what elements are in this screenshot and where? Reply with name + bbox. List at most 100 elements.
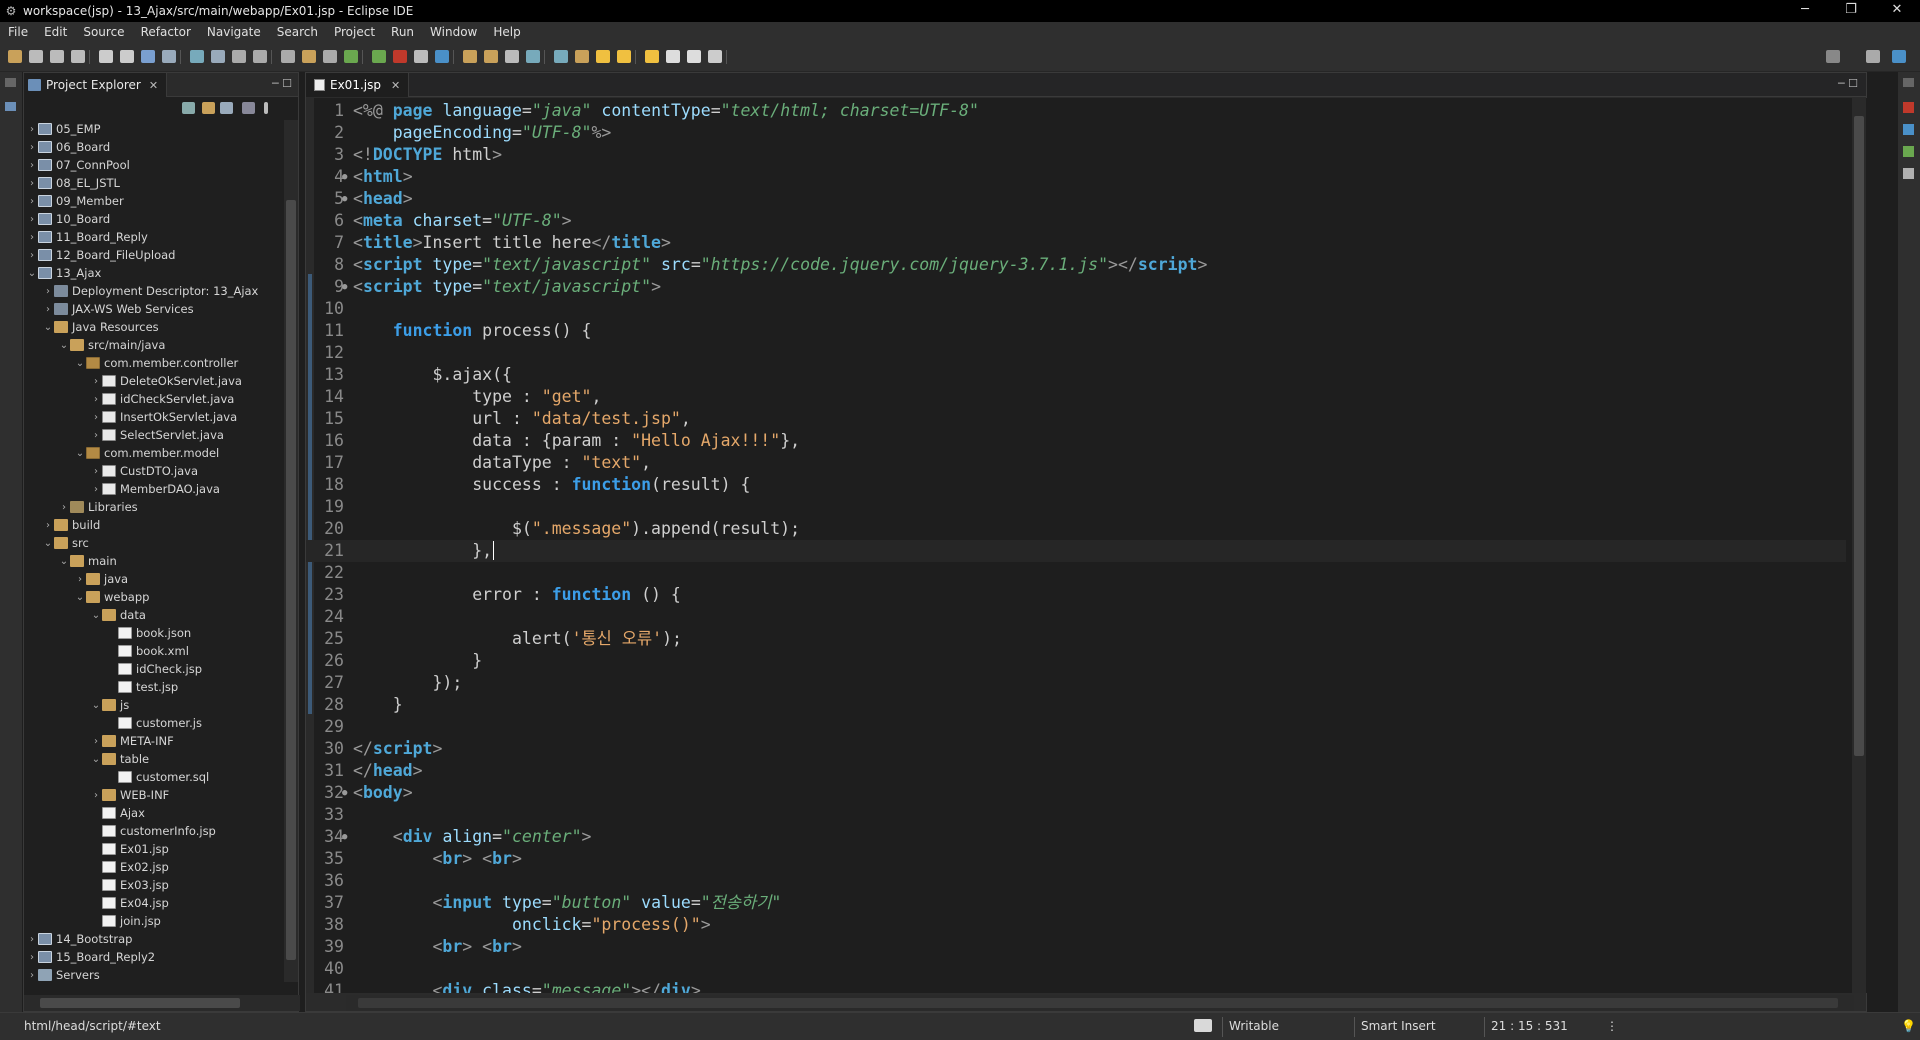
code-line[interactable]: 18 success : function(result) { [306, 474, 1846, 496]
chevron-right-icon[interactable]: › [26, 160, 38, 171]
restore-view-icon[interactable] [1903, 78, 1914, 87]
code-line[interactable]: 29 [306, 716, 1846, 738]
toolbar-button-icon[interactable] [708, 50, 722, 63]
chevron-down-icon[interactable]: ⌄ [58, 340, 70, 351]
close-icon[interactable]: ✕ [391, 79, 400, 92]
close-button[interactable]: ✕ [1874, 0, 1920, 22]
code-line[interactable]: 39 <br> <br> [306, 936, 1846, 958]
code-line[interactable]: 34 ● <div align="center"> [306, 826, 1846, 848]
code-line[interactable]: 36 [306, 870, 1846, 892]
toolbar-button-icon[interactable] [687, 50, 701, 63]
editor-vertical-scrollbar[interactable] [1852, 98, 1866, 993]
tree-item[interactable]: ⌄ com.member.model [74, 444, 219, 462]
tree-item[interactable]: › 10_Board [26, 210, 110, 228]
toolbar-button-icon[interactable] [71, 50, 85, 63]
view-menu-icon[interactable] [264, 102, 268, 114]
java-ee-perspective-icon[interactable] [1892, 50, 1906, 63]
toolbar-button-icon[interactable] [596, 50, 610, 63]
code-line[interactable]: 12 [306, 342, 1846, 364]
toolbar-button-icon[interactable] [99, 50, 113, 63]
chevron-right-icon[interactable]: › [26, 970, 38, 981]
tree-item[interactable]: › WEB-INF [90, 786, 169, 804]
tree-item[interactable]: Ex01.jsp [90, 840, 169, 858]
toolbar-button-icon[interactable] [190, 50, 204, 63]
chevron-down-icon[interactable]: ⌄ [90, 754, 102, 765]
code-line[interactable]: 40 [306, 958, 1846, 980]
menu-window[interactable]: Window [422, 25, 485, 39]
tree-item[interactable]: › 09_Member [26, 192, 124, 210]
toolbar-button-icon[interactable] [232, 50, 246, 63]
open-perspective-icon[interactable] [1866, 50, 1880, 63]
chevron-right-icon[interactable]: › [74, 574, 86, 585]
tree-item[interactable]: › 11_Board_Reply [26, 228, 148, 246]
chevron-down-icon[interactable]: ⌄ [90, 700, 102, 711]
minimize-maximize-icons[interactable]: ─ ☐ [1838, 77, 1858, 90]
link-editor-icon[interactable] [202, 102, 215, 114]
toolbar-button-icon[interactable] [463, 50, 477, 63]
toolbar-button-icon[interactable] [162, 50, 176, 63]
code-editor[interactable]: 1 <%@ page language="java" contentType="t… [306, 98, 1868, 993]
toolbar-button-icon[interactable] [281, 50, 295, 63]
menu-edit[interactable]: Edit [36, 25, 75, 39]
menu-project[interactable]: Project [326, 25, 383, 39]
chevron-right-icon[interactable]: › [42, 286, 54, 297]
chevron-right-icon[interactable]: › [90, 394, 102, 405]
code-line[interactable]: 33 [306, 804, 1846, 826]
chevron-right-icon[interactable]: › [42, 304, 54, 315]
close-icon[interactable]: ✕ [149, 79, 158, 92]
code-line[interactable]: 16 data : {param : "Hello Ajax!!!"}, [306, 430, 1846, 452]
toolbar-button-icon[interactable] [484, 50, 498, 63]
code-line[interactable]: 1 <%@ page language="java" contentType="t… [306, 100, 1846, 122]
code-line[interactable]: 2 pageEncoding="UTF-8"%> [306, 122, 1846, 144]
tree-item[interactable]: › 07_ConnPool [26, 156, 130, 174]
collapse-all-icon[interactable] [182, 102, 195, 114]
chevron-right-icon[interactable]: › [26, 952, 38, 963]
chevron-right-icon[interactable]: › [26, 232, 38, 243]
chevron-right-icon[interactable]: › [26, 178, 38, 189]
toolbar-button-icon[interactable] [50, 50, 64, 63]
chevron-down-icon[interactable]: ⌄ [90, 610, 102, 621]
fold-marker-icon[interactable]: ● [342, 188, 350, 210]
code-line[interactable]: 14 type : "get", [306, 386, 1846, 408]
chevron-down-icon[interactable]: ⌄ [26, 268, 38, 279]
toolbar-button-icon[interactable] [8, 50, 22, 63]
tree-item[interactable]: › DeleteOkServlet.java [90, 372, 242, 390]
code-line[interactable]: 31 </head> [306, 760, 1846, 782]
tree-item[interactable]: join.jsp [90, 912, 161, 930]
toolbar-button-icon[interactable] [414, 50, 428, 63]
toolbar-button-icon[interactable] [211, 50, 225, 63]
code-line[interactable]: 17 dataType : "text", [306, 452, 1846, 474]
tree-item[interactable]: › META-INF [90, 732, 174, 750]
code-line[interactable]: 7 <title>Insert title here</title> [306, 232, 1846, 254]
chevron-right-icon[interactable]: › [90, 736, 102, 747]
tree-item[interactable]: customer.js [106, 714, 202, 732]
tree-item[interactable]: test.jsp [106, 678, 178, 696]
fold-marker-icon[interactable]: ● [342, 276, 350, 298]
code-line[interactable]: 20 $(".message").append(result); [306, 518, 1846, 540]
input-method-icon[interactable] [1188, 1017, 1224, 1037]
tree-item[interactable]: › build [42, 516, 100, 534]
code-line[interactable]: 28 } [306, 694, 1846, 716]
tree-item[interactable]: › 15_Board_Reply2 [26, 948, 155, 966]
tab-project-explorer[interactable]: Project Explorer ✕ [24, 73, 168, 97]
toolbar-button-icon[interactable] [617, 50, 631, 63]
toolbar-button-icon[interactable] [505, 50, 519, 63]
filter-icon[interactable] [220, 102, 233, 114]
tree-item[interactable]: › Deployment Descriptor: 13_Ajax [42, 282, 258, 300]
tree-item[interactable]: ⌄ js [90, 696, 129, 714]
tree-item[interactable]: › Servers [26, 966, 100, 982]
problems-trim-icon[interactable] [1903, 146, 1914, 157]
tree-item[interactable]: › MemberDAO.java [90, 480, 220, 498]
tree-item[interactable]: Ex04.jsp [90, 894, 169, 912]
chevron-right-icon[interactable]: › [58, 502, 70, 513]
toolbar-button-icon[interactable] [120, 50, 134, 63]
chevron-down-icon[interactable]: ⌄ [58, 556, 70, 567]
tree-item[interactable]: book.json [106, 624, 191, 642]
code-line[interactable]: 11 function process() { [306, 320, 1846, 342]
tree-item[interactable]: › 12_Board_FileUpload [26, 246, 175, 264]
code-line[interactable]: 9 ● <script type="text/javascript"> [306, 276, 1846, 298]
explorer-vertical-scrollbar[interactable] [284, 120, 298, 982]
tree-item[interactable]: ⌄ src [42, 534, 89, 552]
tree-item[interactable]: Ex03.jsp [90, 876, 169, 894]
code-line[interactable]: 24 [306, 606, 1846, 628]
